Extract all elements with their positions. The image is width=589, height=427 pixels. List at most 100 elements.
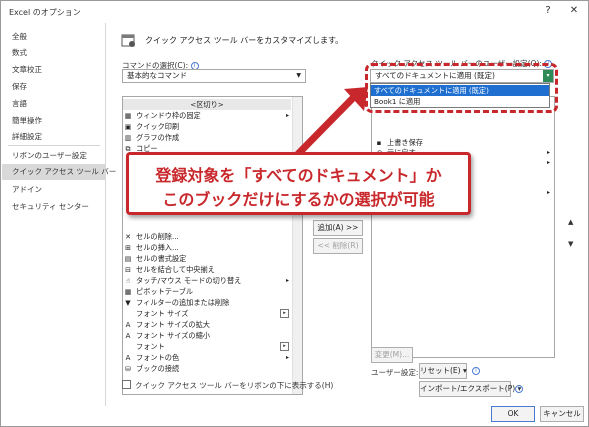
commands-list[interactable]: <区切り> ▦ ウィンドウ枠の固定 ▸ ▣ クイック印刷 ▥ グラフの作成 ⧉ コピー ✕ セルの削除… <box>122 96 303 395</box>
qat-item-label: 上書き保存 <box>387 138 423 147</box>
command-item[interactable]: ▼ フィルターの追加または削除 <box>123 297 291 308</box>
command-icon: ▤ <box>124 255 132 263</box>
reset-button[interactable]: リセット(E) ▾ <box>419 363 467 379</box>
command-label: ウィンドウ枠の固定 <box>136 111 201 120</box>
command-item[interactable]: ▦ ピボットテーブル <box>123 286 291 297</box>
sidebar-item[interactable]: アドイン <box>2 182 105 198</box>
command-label: <区切り> <box>190 100 224 109</box>
page-heading: クイック アクセス ツール バーをカスタマイズします。 <box>145 36 344 45</box>
remove-button[interactable]: << 削除(R) <box>313 238 363 254</box>
sidebar-separator <box>8 145 100 146</box>
add-button[interactable]: 追加(A) >> <box>313 220 363 236</box>
command-icon: ▼ <box>125 299 131 307</box>
ok-button[interactable]: OK <box>491 406 535 422</box>
command-label: フォント <box>136 342 165 351</box>
submenu-arrow-icon: ▸ <box>285 277 289 284</box>
callout-line-1: 登録対象を「すべてのドキュメント」か <box>155 166 442 185</box>
command-item[interactable]: ▦ ウィンドウ枠の固定 ▸ <box>123 110 291 121</box>
options-dialog: Excel のオプション ? ✕ 全般 数式 文章校正 保存 言語 簡単操作 詳細設定リボン… <box>0 0 589 427</box>
show-below-ribbon-label: クイック アクセス ツール バーをリボンの下に表示する(H) <box>135 381 334 390</box>
font-box-icon: ▸ <box>280 309 289 318</box>
annotation-callout: 登録対象を「すべてのドキュメント」か このブックだけにするかの選択が可能 <box>126 152 471 215</box>
command-item[interactable]: フォント サイズ ▸ <box>123 308 291 319</box>
command-icon: ▦ <box>124 112 132 120</box>
command-label: クイック印刷 <box>136 122 180 131</box>
command-label: セルの書式設定 <box>136 254 187 263</box>
command-label: タッチ/マウス モードの切り替え <box>136 276 242 285</box>
import-export-button[interactable]: インポート/エクスポート(P) ▾ <box>419 381 521 397</box>
command-item[interactable]: ⛁ ブックの接続 <box>123 363 291 374</box>
command-item[interactable]: A フォントの色 ▸ <box>123 352 291 363</box>
command-label: フォントの色 <box>136 353 180 362</box>
command-icon <box>123 342 133 352</box>
move-down-icon[interactable]: ▼ <box>568 240 573 248</box>
command-label: セルの挿入... <box>136 243 179 252</box>
command-item[interactable]: ▤ セルの書式設定 <box>123 253 291 264</box>
window-title: Excel のオプション <box>9 8 81 17</box>
sidebar-item[interactable]: 簡単操作 <box>2 113 105 129</box>
command-icon: ✕ <box>125 233 131 241</box>
command-item[interactable] <box>123 220 291 231</box>
sidebar-item[interactable]: 保存 <box>2 79 105 95</box>
submenu-arrow-icon: ▸ <box>285 354 289 361</box>
pointer-arrow-icon <box>294 87 368 158</box>
command-label: セルの削除... <box>136 232 179 241</box>
command-label: フォント サイズ <box>136 309 189 318</box>
command-label: フィルターの追加または削除 <box>136 298 230 307</box>
command-label: ブックの接続 <box>136 364 180 373</box>
sidebar-item[interactable]: クイック アクセス ツール バー <box>2 164 116 180</box>
command-label: セルを結合して中央揃え <box>136 265 215 274</box>
command-icon: A <box>125 332 131 340</box>
submenu-arrow-icon: ▸ <box>546 189 550 196</box>
command-icon <box>123 221 133 231</box>
callout-line-2: このブックだけにするかの選択が可能 <box>162 190 435 209</box>
choose-commands-value: 基本的なコマンド <box>127 71 187 80</box>
command-label: グラフの作成 <box>136 133 180 142</box>
title-bar: Excel のオプション ? ✕ <box>1 1 588 23</box>
command-item[interactable]: A フォント サイズの縮小 <box>123 330 291 341</box>
command-icon: ▥ <box>124 134 132 142</box>
show-below-ribbon-checkbox[interactable] <box>122 380 131 389</box>
modify-button[interactable]: 変更(M)... <box>371 347 413 363</box>
command-icon: ⊟ <box>125 266 131 274</box>
command-label: フォント サイズの拡大 <box>136 320 210 329</box>
command-icon: A <box>125 354 131 362</box>
sidebar-item[interactable]: 全般 <box>2 29 105 45</box>
command-item[interactable]: ✕ セルの削除... <box>123 231 291 242</box>
sidebar-item[interactable]: セキュリティ センター <box>2 199 105 215</box>
command-item[interactable]: ▥ グラフの作成 <box>123 132 291 143</box>
qat-customize-icon <box>121 34 135 47</box>
font-box-icon: ▸ <box>280 342 289 351</box>
command-icon: ▣ <box>124 123 132 131</box>
sidebar-item[interactable]: 数式 <box>2 45 105 61</box>
sidebar-item[interactable]: 文章校正 <box>2 62 105 78</box>
cancel-button[interactable]: キャンセル <box>540 406 584 422</box>
help-button[interactable]: ? <box>541 4 555 18</box>
sidebar-item[interactable]: リボンのユーザー設定 <box>2 148 105 164</box>
command-icon: ⊞ <box>125 244 131 252</box>
command-item[interactable]: <区切り> <box>123 99 291 110</box>
sidebar: 全般 数式 文章校正 保存 言語 簡単操作 詳細設定リボンのユーザー設定 クイック アクセス … <box>2 23 116 406</box>
command-icon: ⛁ <box>125 365 131 373</box>
command-item[interactable]: ☝ タッチ/マウス モードの切り替え ▸ <box>123 275 291 286</box>
move-up-icon[interactable]: ▲ <box>568 218 573 226</box>
choose-commands-dropdown[interactable]: 基本的なコマンド ▼ <box>122 69 306 83</box>
command-icon <box>123 309 133 319</box>
command-item[interactable]: ▣ クイック印刷 <box>123 121 291 132</box>
command-icon: ▦ <box>124 288 132 296</box>
info-icon: i <box>515 385 523 393</box>
command-item[interactable]: フォント ▸ <box>123 341 291 352</box>
emphasis-ring <box>365 63 558 113</box>
command-item[interactable]: ⊞ セルの挿入... <box>123 242 291 253</box>
sidebar-item[interactable]: 詳細設定 <box>2 129 105 145</box>
info-icon: i <box>472 367 480 375</box>
command-label: フォント サイズの縮小 <box>136 331 210 340</box>
command-label: ピボットテーブル <box>136 287 194 296</box>
qat-list[interactable]: ▪上書き保存↶元に戻す▸↷やり直し▸⟍斜め罫線 (右下がり)▪上書き保存↶元に戻… <box>371 96 555 358</box>
close-button[interactable]: ✕ <box>567 4 581 18</box>
command-item[interactable]: A フォント サイズの拡大 <box>123 319 291 330</box>
customizations-label: ユーザー設定: <box>371 368 419 377</box>
command-item[interactable]: ⊟ セルを結合して中央揃え <box>123 264 291 275</box>
command-icon: ☝ <box>125 277 131 285</box>
sidebar-item[interactable]: 言語 <box>2 96 105 112</box>
